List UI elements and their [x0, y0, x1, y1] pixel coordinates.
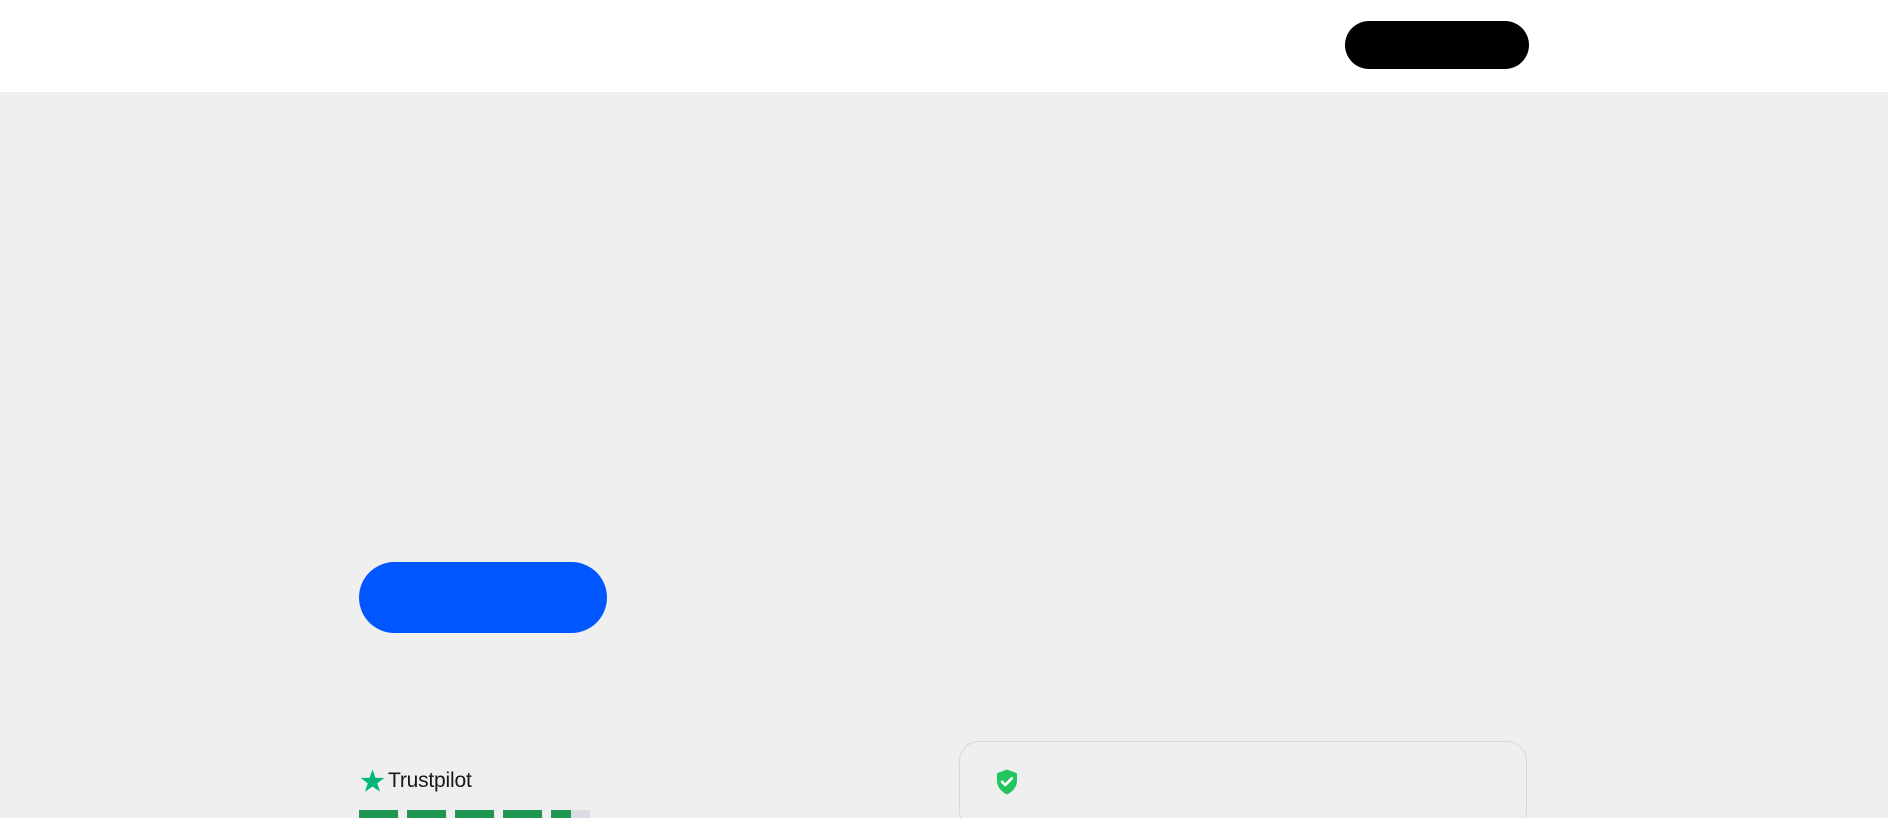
rating-star-box — [407, 810, 446, 818]
star-icon — [360, 769, 385, 792]
page: Trustpilot — [0, 0, 1888, 818]
header-action-button[interactable] — [1345, 21, 1529, 69]
rating-star-box — [551, 810, 590, 818]
rating-star-box — [503, 810, 542, 818]
trustpilot-rating: Trustpilot — [359, 766, 619, 818]
trustpilot-logo: Trustpilot — [359, 766, 472, 796]
security-info-card — [959, 741, 1527, 818]
shield-check-icon — [997, 769, 1017, 795]
rating-star-fill — [551, 810, 571, 818]
rating-star-box — [455, 810, 494, 818]
rating-star-fill — [359, 810, 398, 818]
trustpilot-brand-name: Trustpilot — [388, 769, 472, 792]
trustpilot-star-shape — [360, 769, 385, 792]
rating-star-fill — [503, 810, 542, 818]
rating-star-fill — [407, 810, 446, 818]
trustpilot-star-rating — [359, 810, 599, 818]
rating-star-box — [359, 810, 398, 818]
primary-call-to-action-button[interactable] — [359, 562, 607, 633]
rating-star-fill — [455, 810, 494, 818]
top-header — [0, 0, 1888, 92]
